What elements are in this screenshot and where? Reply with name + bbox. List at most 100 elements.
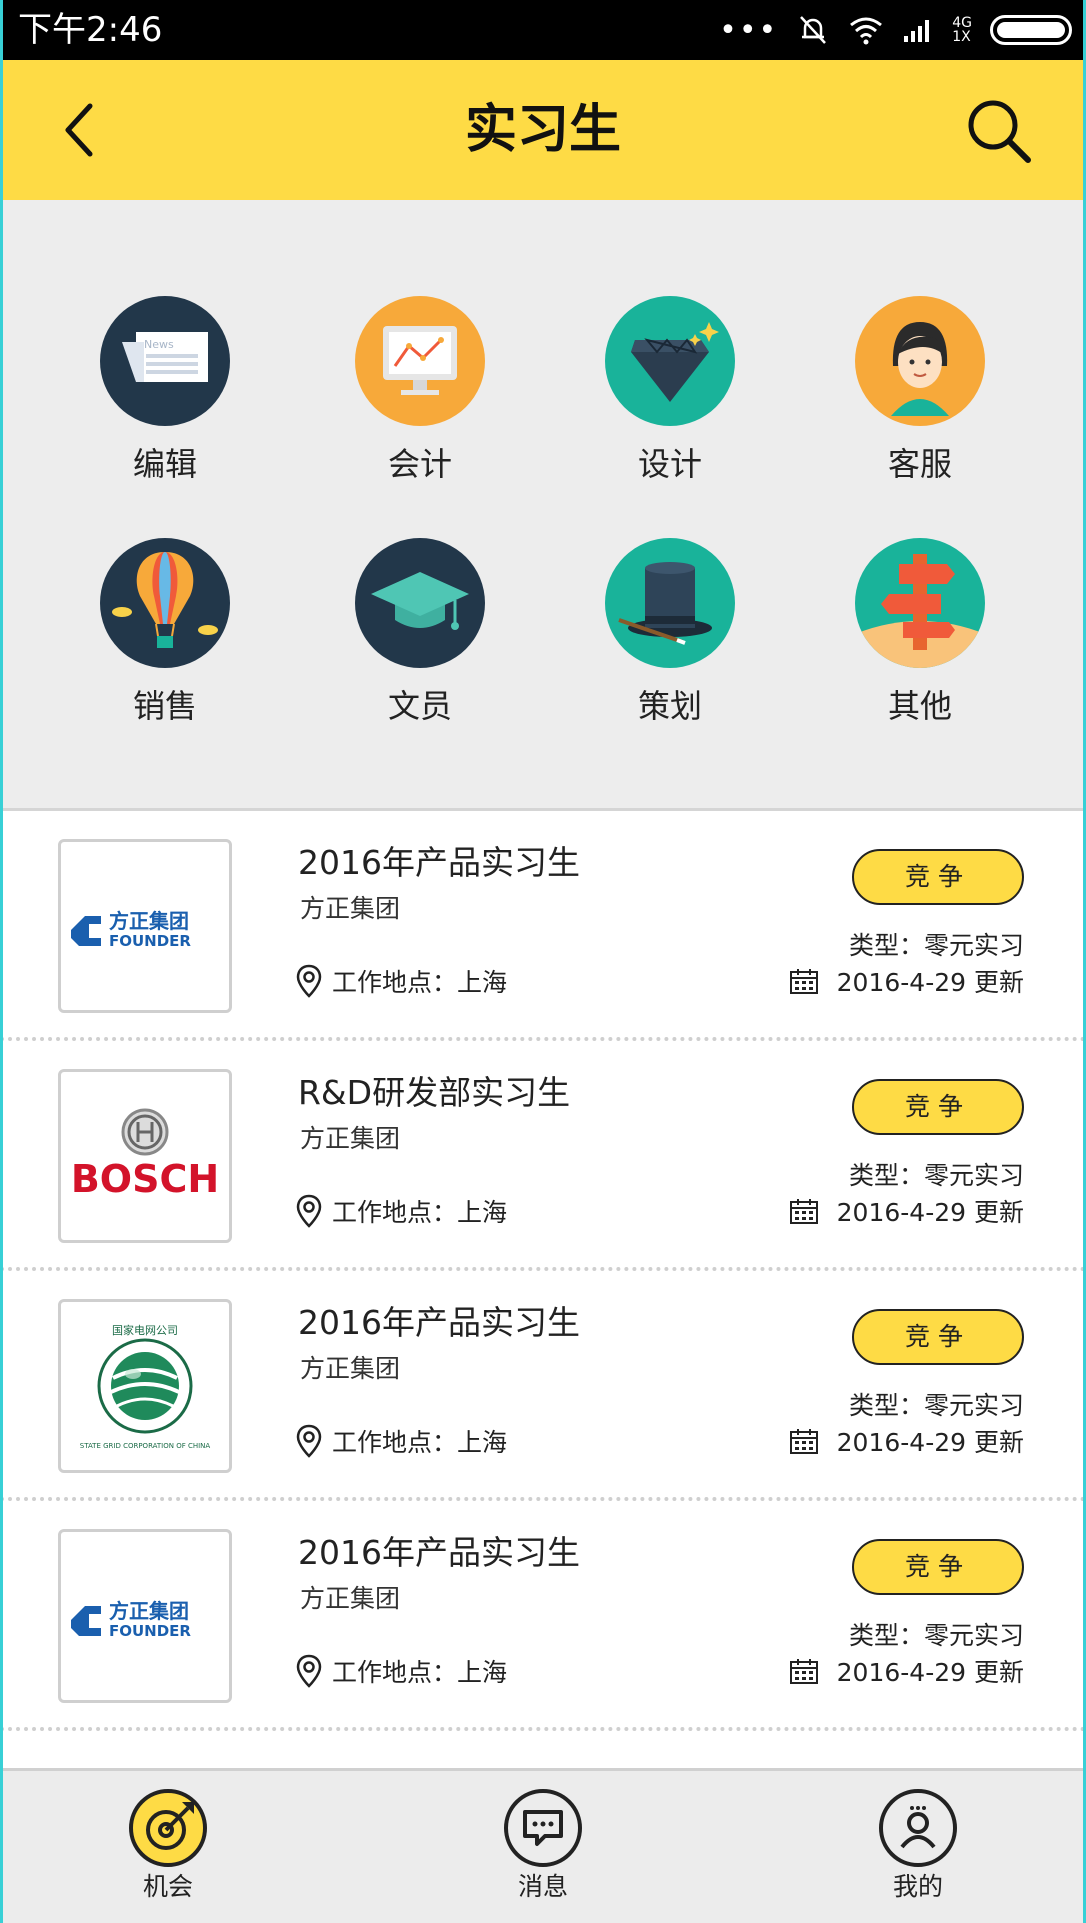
more-dots-icon: ••• bbox=[719, 12, 779, 48]
mute-icon bbox=[800, 16, 827, 44]
compete-button[interactable]: 竞争 bbox=[852, 1079, 1024, 1135]
category-label: 编辑 bbox=[132, 445, 197, 483]
category-design[interactable]: 设计 bbox=[585, 296, 755, 484]
category-label: 其他 bbox=[887, 687, 952, 725]
diamond-icon bbox=[605, 296, 735, 426]
category-edit[interactable]: News 编辑 bbox=[80, 296, 250, 484]
chart-monitor-icon bbox=[355, 296, 485, 426]
tab-opportunities[interactable]: 机会 bbox=[103, 1789, 233, 1903]
svg-text:国家电网公司: 国家电网公司 bbox=[112, 1323, 178, 1337]
location-pin-icon bbox=[296, 1194, 322, 1228]
svg-text:方正集团: 方正集团 bbox=[109, 909, 189, 933]
message-icon bbox=[504, 1789, 582, 1867]
tab-label: 我的 bbox=[892, 1872, 943, 1901]
svg-text:FOUNDER: FOUNDER bbox=[109, 932, 191, 950]
company-logo: 方正集团 FOUNDER bbox=[58, 1529, 232, 1703]
job-title: 2016年产品实习生 bbox=[298, 1533, 580, 1572]
job-type: 类型：零元实习 bbox=[848, 1621, 1024, 1650]
svg-text:STATE GRID CORPORATION OF CHIN: STATE GRID CORPORATION OF CHINA bbox=[80, 1442, 211, 1450]
update-date: 2016-4-29 更新 bbox=[789, 1651, 1024, 1691]
page-title: 实习生 bbox=[464, 100, 621, 160]
target-icon bbox=[129, 1789, 207, 1867]
category-label: 设计 bbox=[637, 445, 702, 483]
category-label: 会计 bbox=[387, 445, 452, 483]
company-logo: 国家电网公司 STATE GRID CORPORATION OF CHINA bbox=[58, 1299, 232, 1473]
job-list: 方正集团 FOUNDER 2016年产品实习生 方正集团 工作地点：上海 竞争 … bbox=[0, 808, 1086, 1768]
category-label: 客服 bbox=[887, 445, 952, 483]
calendar-icon bbox=[789, 969, 818, 994]
job-list-item[interactable]: 方正集团 FOUNDER 2016年产品实习生 方正集团 工作地点：上海 竞争 … bbox=[0, 811, 1086, 1041]
category-grid: News 编辑 会计 设计 客服 销售 文员 策划 其他 bbox=[0, 200, 1086, 808]
location-label: 工作地点：上海 bbox=[332, 1658, 508, 1687]
update-date: 2016-4-29 更新 bbox=[789, 1421, 1024, 1461]
signpost-icon bbox=[855, 538, 985, 668]
location-pin-icon bbox=[296, 1654, 322, 1688]
company-name: 方正集团 bbox=[300, 1584, 401, 1613]
status-icons: ••• 4G 1X bbox=[719, 10, 1072, 50]
svg-text:BOSCH: BOSCH bbox=[71, 1157, 219, 1201]
category-label: 策划 bbox=[637, 687, 702, 725]
category-clerk[interactable]: 文员 bbox=[335, 538, 505, 726]
category-sales[interactable]: 销售 bbox=[80, 538, 250, 726]
hot-air-balloon-icon bbox=[100, 538, 230, 668]
location-pin-icon bbox=[296, 1424, 322, 1458]
location-pin-icon bbox=[296, 964, 322, 998]
company-logo: BOSCH bbox=[58, 1069, 232, 1243]
tab-messages[interactable]: 消息 bbox=[478, 1789, 608, 1903]
category-other[interactable]: 其他 bbox=[835, 538, 1005, 726]
job-title: 2016年产品实习生 bbox=[298, 843, 580, 882]
compete-button[interactable]: 竞争 bbox=[852, 1309, 1024, 1365]
category-label: 销售 bbox=[132, 687, 197, 725]
update-date: 2016-4-29 更新 bbox=[789, 1191, 1024, 1231]
update-date: 2016-4-29 更新 bbox=[789, 961, 1024, 1001]
job-title: 2016年产品实习生 bbox=[298, 1303, 580, 1342]
tab-label: 机会 bbox=[142, 1872, 193, 1901]
magic-hat-icon bbox=[605, 538, 735, 668]
company-name: 方正集团 bbox=[300, 1354, 401, 1383]
job-list-item[interactable]: 国家电网公司 STATE GRID CORPORATION OF CHINA 2… bbox=[0, 1271, 1086, 1501]
job-list-item[interactable]: BOSCH R&D研发部实习生 方正集团 工作地点：上海 竞争 类型：零元实习 … bbox=[0, 1041, 1086, 1271]
category-customer-service[interactable]: 客服 bbox=[835, 296, 1005, 484]
svg-text:方正集团: 方正集团 bbox=[109, 1599, 189, 1623]
compete-button[interactable]: 竞争 bbox=[852, 849, 1024, 905]
update-label: 2016-4-29 更新 bbox=[836, 1198, 1024, 1227]
job-list-item[interactable]: 方正集团 FOUNDER 2016年产品实习生 方正集团 工作地点：上海 竞争 … bbox=[0, 1501, 1086, 1731]
company-name: 方正集团 bbox=[300, 1124, 401, 1153]
status-time: 下午2:46 bbox=[18, 10, 163, 50]
category-accounting[interactable]: 会计 bbox=[335, 296, 505, 484]
job-location: 工作地点：上海 bbox=[296, 1421, 507, 1461]
job-title: R&D研发部实习生 bbox=[298, 1073, 571, 1112]
calendar-icon bbox=[789, 1659, 818, 1684]
left-edge bbox=[0, 0, 3, 1923]
tab-label: 消息 bbox=[517, 1872, 568, 1901]
network-type: 4G 1X bbox=[952, 15, 972, 45]
app-header: 实习生 bbox=[0, 60, 1086, 200]
bottom-tab-bar: 机会 消息 我的 bbox=[0, 1768, 1086, 1923]
profile-icon bbox=[879, 1789, 957, 1867]
status-bar: 下午2:46 ••• 4G 1X bbox=[0, 0, 1086, 60]
compete-button[interactable]: 竞争 bbox=[852, 1539, 1024, 1595]
graduation-cap-icon bbox=[355, 538, 485, 668]
company-logo: 方正集团 FOUNDER bbox=[58, 839, 232, 1013]
battery-icon bbox=[990, 15, 1072, 45]
job-type: 类型：零元实习 bbox=[848, 931, 1024, 960]
calendar-icon bbox=[789, 1429, 818, 1454]
category-label: 文员 bbox=[387, 687, 452, 725]
category-planning[interactable]: 策划 bbox=[585, 538, 755, 726]
update-label: 2016-4-29 更新 bbox=[836, 968, 1024, 997]
job-type: 类型：零元实习 bbox=[848, 1391, 1024, 1420]
wifi-icon bbox=[850, 17, 883, 45]
calendar-icon bbox=[789, 1199, 818, 1224]
svg-text:News: News bbox=[144, 338, 174, 351]
company-name: 方正集团 bbox=[300, 894, 401, 923]
job-location: 工作地点：上海 bbox=[296, 961, 507, 1001]
tab-profile[interactable]: 我的 bbox=[853, 1789, 983, 1903]
update-label: 2016-4-29 更新 bbox=[836, 1428, 1024, 1457]
location-label: 工作地点：上海 bbox=[332, 1198, 508, 1227]
signal-icon bbox=[904, 20, 930, 42]
search-icon[interactable] bbox=[964, 96, 1034, 166]
update-label: 2016-4-29 更新 bbox=[836, 1658, 1024, 1687]
location-label: 工作地点：上海 bbox=[332, 1428, 508, 1457]
woman-avatar-icon bbox=[855, 296, 985, 426]
job-type: 类型：零元实习 bbox=[848, 1161, 1024, 1190]
